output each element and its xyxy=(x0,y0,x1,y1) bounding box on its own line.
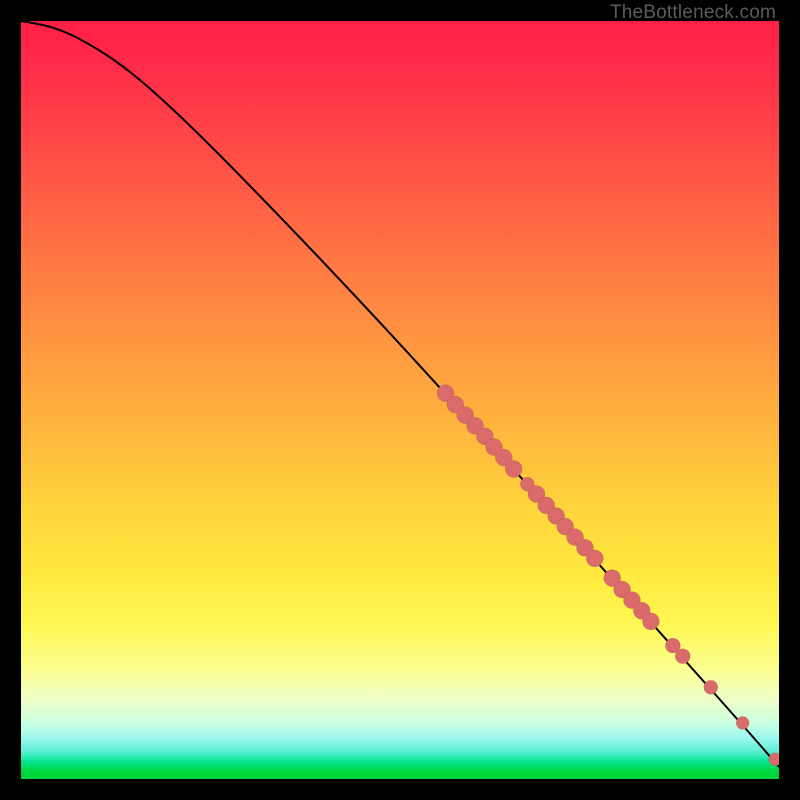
data-point xyxy=(538,497,555,514)
data-point xyxy=(505,460,522,477)
data-point xyxy=(576,539,593,556)
chart-stage: TheBottleneck.com xyxy=(0,0,800,800)
data-point xyxy=(642,613,659,630)
data-point xyxy=(457,407,474,424)
data-point xyxy=(704,680,718,694)
data-point xyxy=(437,385,454,402)
data-point xyxy=(675,649,690,664)
data-point xyxy=(528,485,545,502)
data-point xyxy=(633,602,650,619)
data-point xyxy=(769,753,779,766)
data-point xyxy=(567,529,584,546)
data-point xyxy=(447,396,464,413)
data-point xyxy=(623,592,640,609)
data-point xyxy=(736,716,749,729)
data-point xyxy=(467,417,484,434)
curve-line xyxy=(21,21,779,767)
chart-svg xyxy=(21,21,779,779)
scatter-points xyxy=(437,385,779,766)
data-point xyxy=(485,439,502,456)
data-point xyxy=(548,507,565,524)
data-point xyxy=(586,550,603,567)
data-point xyxy=(665,638,680,653)
data-point xyxy=(520,477,534,491)
data-point xyxy=(495,449,512,466)
data-point xyxy=(476,428,493,445)
plot-area xyxy=(21,21,779,779)
data-point xyxy=(557,518,574,535)
data-point xyxy=(614,581,631,598)
data-point xyxy=(604,570,621,587)
